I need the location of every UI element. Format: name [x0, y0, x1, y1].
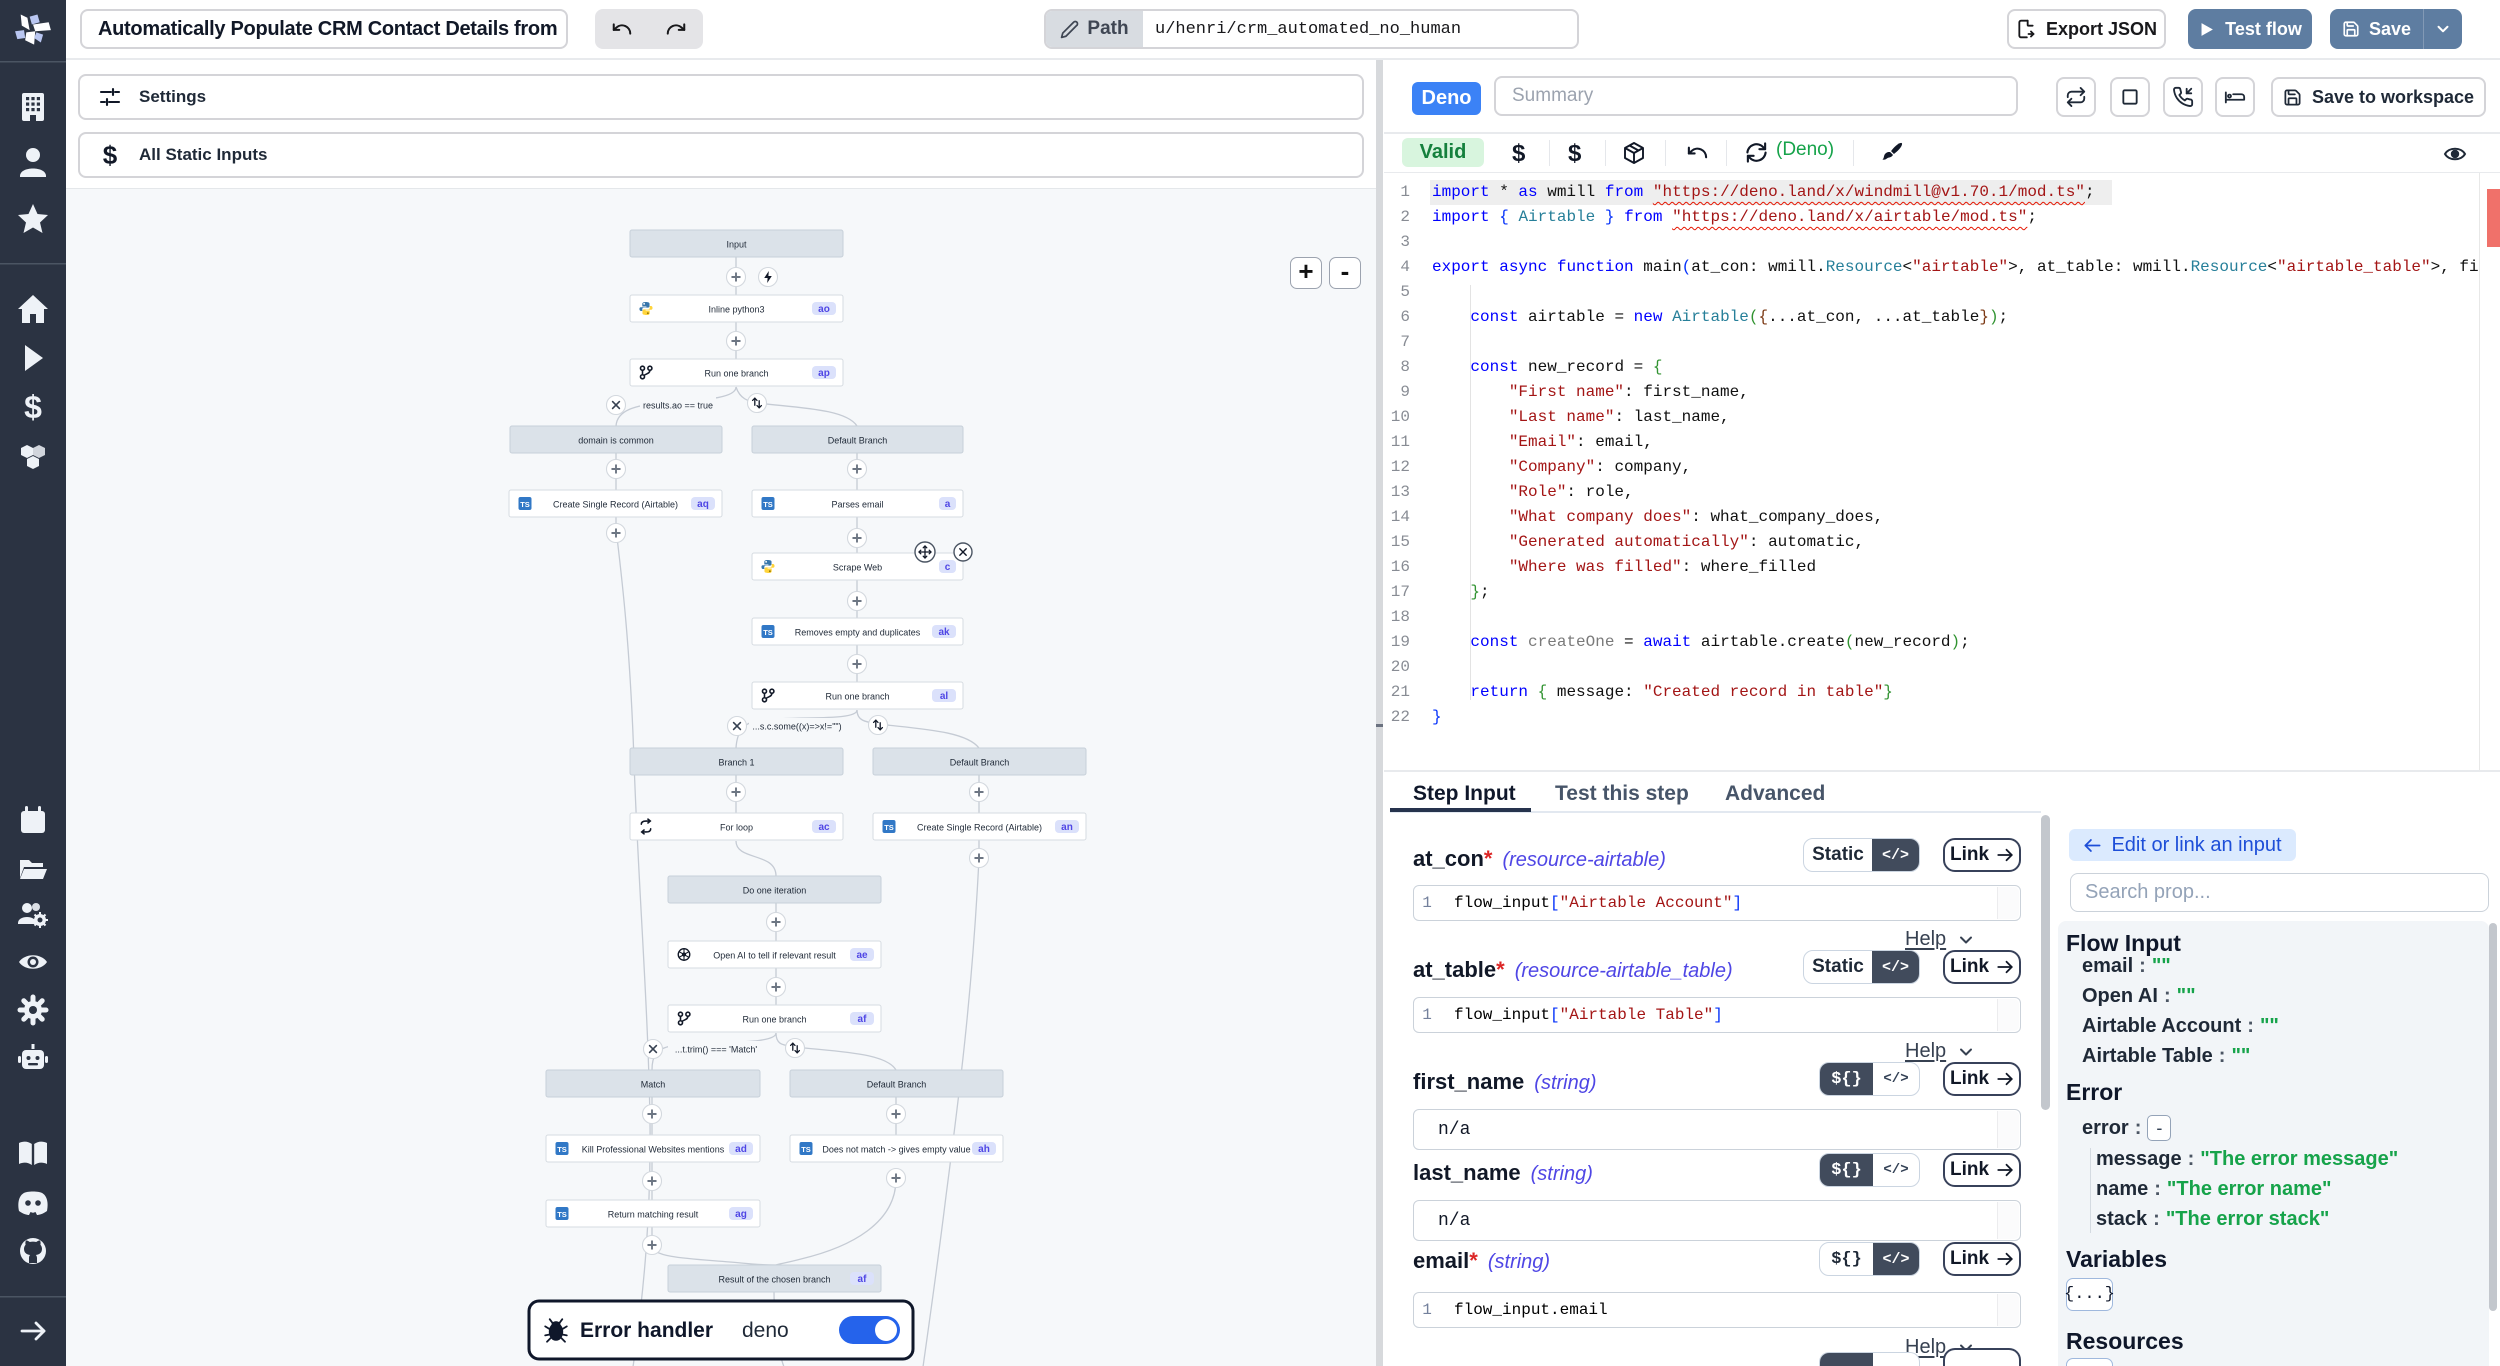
svg-text:Default Branch: Default Branch: [828, 436, 888, 446]
svg-text:Create Single Record (Airtable: Create Single Record (Airtable): [917, 823, 1042, 833]
svg-text:ac: ac: [818, 822, 830, 833]
svg-text:domain is common: domain is common: [578, 436, 654, 446]
svg-text:Do one iteration: Do one iteration: [743, 886, 807, 896]
svg-text:Input: Input: [726, 240, 747, 250]
svg-text:a: a: [945, 499, 951, 510]
svg-text:...t.trim() === 'Match': ...t.trim() === 'Match': [675, 1045, 757, 1055]
svg-text:TS: TS: [801, 1145, 811, 1154]
svg-text:ad: ad: [735, 1144, 747, 1155]
svg-text:Run one branch: Run one branch: [704, 369, 768, 379]
svg-text:Kill Professional Websites men: Kill Professional Websites mentions: [582, 1145, 725, 1155]
svg-text:TS: TS: [763, 628, 773, 637]
svg-text:Does not match -> gives empty: Does not match -> gives empty value: [822, 1145, 970, 1155]
svg-text:Run one branch: Run one branch: [825, 692, 889, 702]
svg-text:Result of the chosen branch: Result of the chosen branch: [718, 1275, 830, 1285]
svg-text:$: $: [24, 389, 42, 425]
svg-text:af: af: [858, 1274, 868, 1285]
svg-text:Open AI to tell if relevant re: Open AI to tell if relevant result: [713, 951, 836, 961]
svg-text:af: af: [858, 1014, 868, 1025]
svg-text:Default Branch: Default Branch: [950, 758, 1010, 768]
svg-text:TS: TS: [557, 1210, 567, 1219]
svg-text:Match: Match: [641, 1080, 666, 1090]
svg-text:Removes empty and duplicates: Removes empty and duplicates: [795, 628, 921, 638]
svg-text:Branch 1: Branch 1: [718, 758, 754, 768]
svg-text:Parses email: Parses email: [831, 500, 883, 510]
svg-text:ao: ao: [818, 304, 830, 315]
svg-text:TS: TS: [520, 500, 530, 509]
svg-text:TS: TS: [557, 1145, 567, 1154]
svg-text:For loop: For loop: [720, 823, 753, 833]
svg-text:TS: TS: [884, 823, 894, 832]
svg-text:Error handler: Error handler: [580, 1319, 713, 1342]
svg-text:deno: deno: [742, 1319, 789, 1342]
svg-text:...s.c.some((x)=>x!=""): ...s.c.some((x)=>x!=""): [752, 722, 841, 732]
svg-text:Return matching result: Return matching result: [608, 1210, 699, 1220]
svg-text:results.ao == true: results.ao == true: [643, 401, 713, 411]
svg-text:Run one branch: Run one branch: [742, 1015, 806, 1025]
svg-text:ak: ak: [938, 627, 950, 638]
svg-text:aq: aq: [697, 499, 709, 510]
svg-text:ap: ap: [818, 368, 830, 379]
svg-text:ah: ah: [978, 1144, 990, 1155]
svg-text:c: c: [945, 562, 951, 573]
svg-text:ag: ag: [735, 1209, 747, 1220]
svg-text:Inline python3: Inline python3: [708, 305, 764, 315]
svg-text:an: an: [1061, 822, 1073, 833]
svg-text:al: al: [940, 691, 949, 702]
svg-text:ae: ae: [856, 950, 868, 961]
svg-text:Scrape Web: Scrape Web: [833, 563, 882, 573]
svg-text:Create Single Record (Airtable: Create Single Record (Airtable): [553, 500, 678, 510]
svg-text:TS: TS: [763, 500, 773, 509]
svg-text:Default Branch: Default Branch: [867, 1080, 927, 1090]
